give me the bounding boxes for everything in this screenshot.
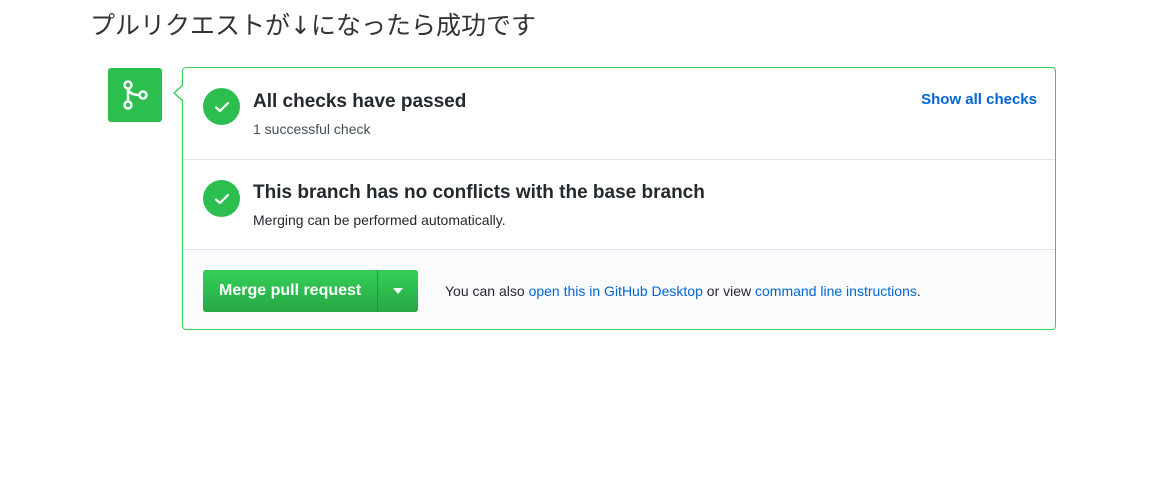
merge-status-panel: All checks have passed 1 successful chec… xyxy=(173,67,1056,330)
check-icon xyxy=(203,88,240,125)
check-icon xyxy=(203,180,240,217)
git-merge-icon xyxy=(108,68,162,122)
merge-pull-request-button[interactable]: Merge pull request xyxy=(203,270,378,312)
or-view-text: or view xyxy=(702,283,756,299)
conflicts-subtitle: Merging can be performed automatically. xyxy=(253,212,506,228)
triangle-down-icon xyxy=(393,288,404,294)
page: プルリクエストが↓になったら成功です All checks have passe… xyxy=(0,0,1174,491)
conflicts-title: This branch has no conflicts with the ba… xyxy=(253,182,705,203)
show-all-checks-link[interactable]: Show all checks xyxy=(921,91,1037,108)
merge-section: Merge pull request You can also open thi… xyxy=(183,250,1055,329)
also-prefix: You can also xyxy=(445,283,529,299)
period-text: . xyxy=(916,283,921,299)
conflicts-section: This branch has no conflicts with the ba… xyxy=(183,160,1055,250)
merge-options-dropdown[interactable] xyxy=(377,270,419,312)
checks-subtitle: 1 successful check xyxy=(253,121,371,137)
page-caption: プルリクエストが↓になったら成功です xyxy=(90,11,536,40)
checks-section: All checks have passed 1 successful chec… xyxy=(183,68,1055,160)
checks-title: All checks have passed xyxy=(253,91,467,112)
open-in-desktop-link[interactable]: open this in GitHub Desktop xyxy=(529,283,703,299)
merge-alternatives-text: You can also open this in GitHub Desktop… xyxy=(445,283,921,299)
merge-button-group: Merge pull request xyxy=(203,270,419,312)
command-line-instructions-link[interactable]: command line instructions xyxy=(755,283,917,299)
